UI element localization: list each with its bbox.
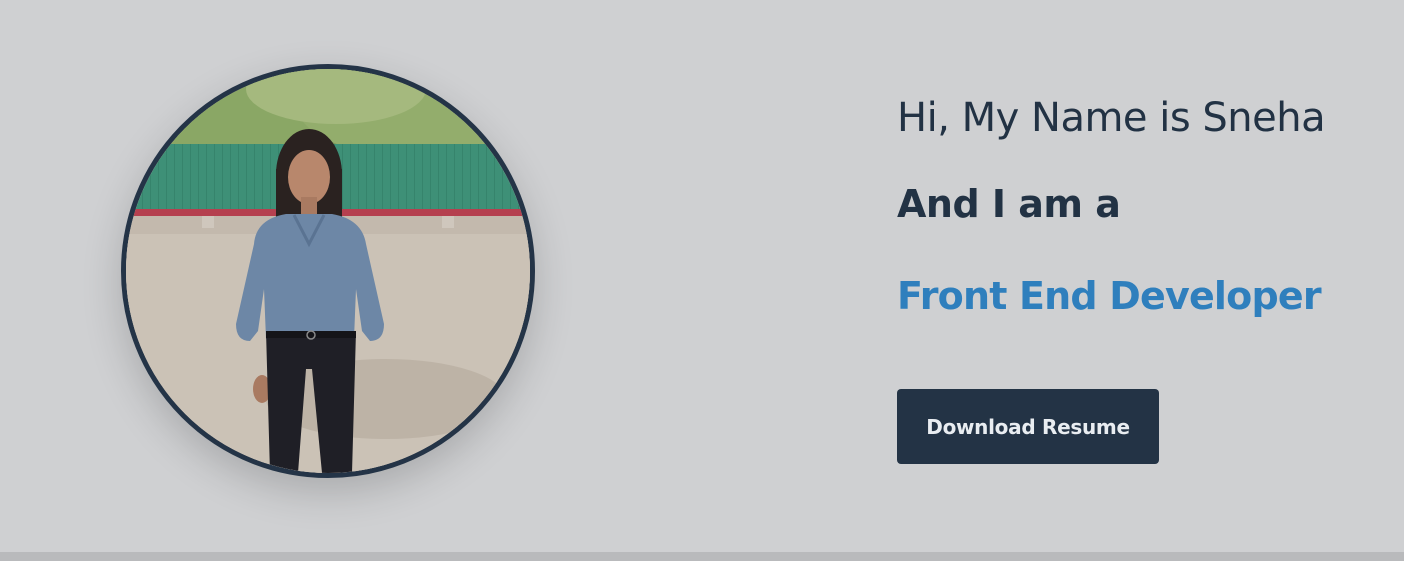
hero-section: Hi, My Name is Sneha And I am a Front En…: [0, 0, 1404, 552]
intro-lead: And I am a: [897, 182, 1121, 226]
photo-face: [288, 150, 330, 204]
download-resume-button[interactable]: Download Resume: [897, 389, 1159, 464]
intro-text: Hi, My Name is Sneha And I am a Front En…: [897, 90, 1377, 320]
section-divider: [0, 552, 1404, 561]
role-title: Front End Developer: [897, 274, 1322, 318]
greeting-heading: Hi, My Name is Sneha: [897, 95, 1326, 141]
profile-photo: [121, 64, 535, 478]
profile-photo-image: [126, 69, 530, 473]
photo-shirt: [236, 214, 384, 341]
